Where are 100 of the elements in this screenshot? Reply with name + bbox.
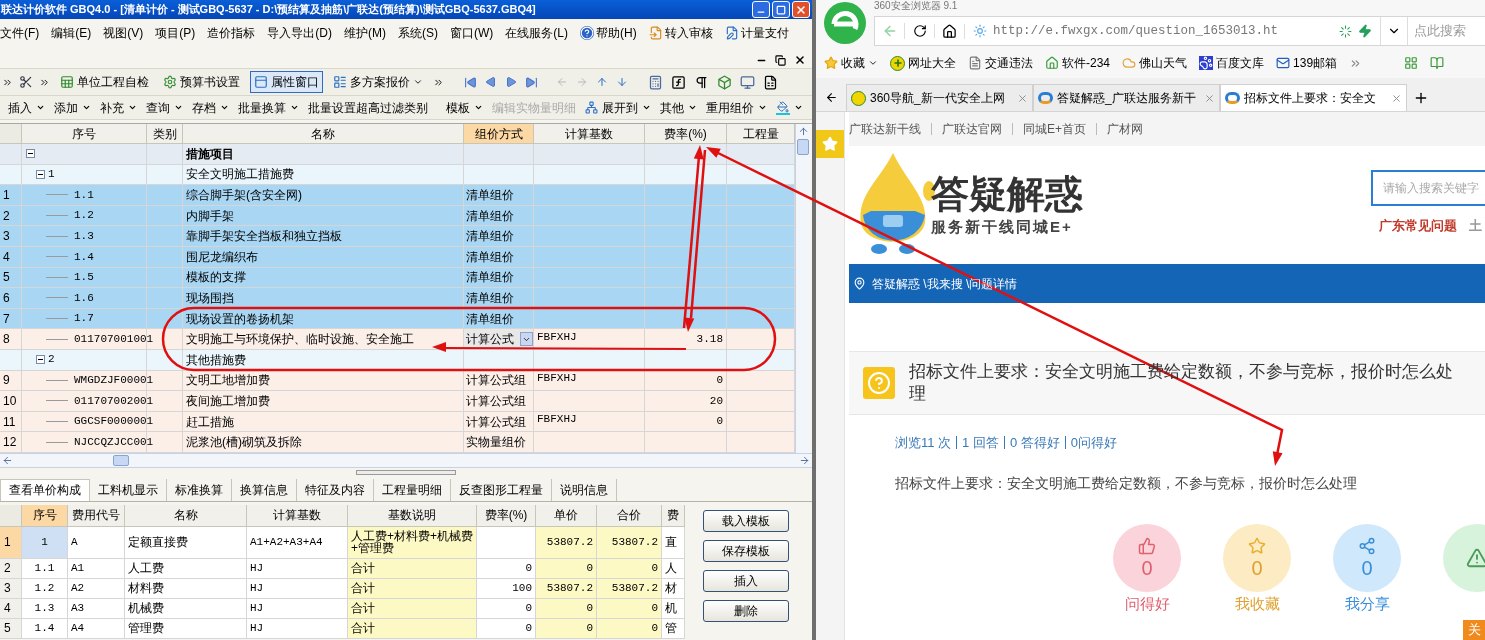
- table-row[interactable]: 1 1 A 定额直接费 A1+A2+A3+A4 人工费+材料费+机械费+管理费 53807.2 53807.2 直: [0, 526, 685, 559]
- scissors-icon[interactable]: [19, 75, 33, 89]
- bookmark[interactable]: 收藏: [824, 54, 878, 72]
- action-button[interactable]: 删除: [703, 599, 789, 622]
- tab[interactable]: 查看单价构成: [0, 478, 90, 501]
- monitor-icon[interactable]: [740, 74, 755, 90]
- address-field[interactable]: http://e.fwxgx.com/question_1653013.ht: [993, 21, 1333, 41]
- apps-icon[interactable]: [1404, 56, 1419, 70]
- restore-icon[interactable]: [775, 55, 786, 66]
- menu-item[interactable]: 视图(V): [103, 23, 144, 42]
- bookmark[interactable]: 139邮箱: [1276, 54, 1338, 72]
- home-icon[interactable]: [942, 23, 957, 39]
- action-button[interactable]: 载入模板: [703, 509, 789, 532]
- column-header[interactable]: 名称: [183, 124, 464, 144]
- menu-item[interactable]: 系统(S): [398, 23, 438, 42]
- stat-link[interactable]: 浏览11 次: [895, 433, 952, 453]
- menu-item[interactable]: 编辑(E): [51, 23, 92, 42]
- table-row[interactable]: 2 1.2 内脚手架 清单组价: [0, 205, 795, 227]
- table-row[interactable]: 9 WMGDZJF00001 文明工地增加费 计算公式组 FBFXHJ 0: [0, 370, 795, 392]
- menu-item[interactable]: 窗口(W): [450, 23, 494, 42]
- menu-item[interactable]: 造价指标: [207, 23, 256, 42]
- previous-icon[interactable]: [485, 76, 497, 88]
- menu-item[interactable]: 文件(F): [0, 23, 40, 42]
- browser-tab[interactable]: 招标文件上要求：安全文: [1220, 84, 1407, 111]
- search-field[interactable]: 点此搜索: [1408, 21, 1485, 41]
- hot-link[interactable]: 广东常见问题: [1379, 216, 1457, 236]
- toolbar-button[interactable]: 重用组价: [706, 98, 767, 117]
- lightning-icon[interactable]: [1358, 24, 1372, 38]
- close-icon[interactable]: [794, 54, 806, 66]
- top-link[interactable]: 广联达官网: [942, 120, 1002, 138]
- pilcrow-icon[interactable]: [694, 74, 709, 90]
- table-row[interactable]: 3 1.3 靠脚手架安全挡板和独立挡板 清单组价: [0, 226, 795, 247]
- bookmark[interactable]: 网址大全: [890, 54, 956, 72]
- vertical-scrollbar[interactable]: [795, 124, 810, 453]
- stat-link[interactable]: 0问得好: [1070, 433, 1118, 453]
- bookmark[interactable]: 百度文库: [1199, 54, 1265, 72]
- splitter-handle[interactable]: [356, 470, 456, 476]
- down-arrow-icon[interactable]: [616, 76, 628, 88]
- table-row[interactable]: 10 011707002001 夜间施工增加费 计算公式组 20: [0, 391, 795, 412]
- toolbar-button[interactable]: 查询: [146, 98, 183, 117]
- toolbar-button[interactable]: 展开到: [585, 98, 651, 117]
- function-icon[interactable]: [671, 74, 686, 90]
- browser-tab[interactable]: 答疑解惑_广联达服务新干: [1033, 84, 1220, 111]
- column-header[interactable]: 工程量: [727, 124, 795, 144]
- table-row[interactable]: 5 1.5 模板的支撑 清单组价: [0, 267, 795, 289]
- right-arrow-icon[interactable]: [799, 454, 810, 466]
- toolbar-button[interactable]: 补充: [100, 98, 137, 117]
- table-row[interactable]: 4 1.4 围尼龙编织布 清单组价: [0, 246, 795, 268]
- action-button[interactable]: 保存模板: [703, 539, 789, 562]
- toolbar-button[interactable]: 批量换算: [238, 98, 299, 117]
- top-link[interactable]: 广材网: [1107, 120, 1143, 138]
- new-tab-icon[interactable]: [1413, 90, 1429, 106]
- column-header[interactable]: 费: [662, 504, 685, 527]
- calculator-icon[interactable]: [648, 74, 663, 90]
- menu-item[interactable]: 转入审核: [648, 23, 713, 42]
- table-row[interactable]: 12 NJCCQZJCC001 泥浆池(槽)砌筑及拆除 实物量组价: [0, 432, 795, 453]
- toolbar-button[interactable]: 多方案报价: [329, 71, 427, 93]
- top-link[interactable]: 同城E+首页: [1023, 120, 1086, 138]
- up-arrow-icon[interactable]: [797, 126, 809, 137]
- column-header[interactable]: 基数说明: [348, 504, 477, 527]
- menu-item[interactable]: 计量支付: [724, 23, 789, 42]
- table-row[interactable]: 4 1.3 A3 机械费 HJ 合计 0 0 0 机: [0, 598, 685, 619]
- table-row[interactable]: 6 1.6 现场围挡 清单组价: [0, 288, 795, 309]
- next-icon[interactable]: [505, 76, 517, 88]
- toolbar-button[interactable]: 插入: [8, 98, 45, 117]
- cube-icon[interactable]: [717, 74, 732, 90]
- dropdown-icon[interactable]: [520, 332, 533, 347]
- column-header[interactable]: 计算基数: [534, 124, 645, 144]
- last-icon[interactable]: [525, 75, 538, 89]
- book-icon[interactable]: [1430, 56, 1445, 70]
- browser-tab[interactable]: 360导航_新一代安全上网: [846, 84, 1033, 111]
- toolbar-button[interactable]: 属性窗口: [250, 71, 323, 93]
- toolbar-button[interactable]: [776, 100, 803, 115]
- scroll-thumb[interactable]: [797, 139, 809, 155]
- table-row[interactable]: 措施项目: [0, 144, 795, 165]
- collapse-icon[interactable]: [26, 149, 35, 159]
- collapse-icon[interactable]: [36, 169, 45, 179]
- column-header[interactable]: 计算基数: [247, 504, 348, 527]
- toolbar-button[interactable]: 添加: [54, 98, 91, 117]
- toolbar-button[interactable]: 单位工程自检: [56, 71, 153, 93]
- stat-link[interactable]: 0 答得好: [1009, 433, 1060, 453]
- toolbar-button[interactable]: 存档: [192, 98, 229, 117]
- bookmark[interactable]: 软件-234: [1045, 54, 1111, 72]
- bookmark[interactable]: 佛山天气: [1122, 54, 1188, 72]
- column-header[interactable]: 单价: [536, 504, 597, 527]
- column-header[interactable]: 组价方式: [464, 124, 534, 144]
- reload-icon[interactable]: [912, 24, 927, 38]
- scroll-thumb[interactable]: [113, 454, 129, 466]
- toolbar-button[interactable]: 模板: [446, 98, 483, 117]
- stat-link[interactable]: 1 回答: [962, 433, 999, 453]
- menu-item[interactable]: 在线服务(L): [505, 23, 568, 42]
- top-link[interactable]: 广联达新干线: [849, 120, 921, 138]
- up-arrow-icon[interactable]: [596, 76, 608, 88]
- toolbar-button[interactable]: 预算书设置: [159, 71, 244, 93]
- table-row[interactable]: 11 GGCSF0000001 赶工措施 计算公式组 FBFXHJ 0: [0, 411, 795, 433]
- menu-item[interactable]: 导入导出(D): [267, 23, 332, 42]
- column-header[interactable]: 合价: [597, 504, 662, 527]
- left-arrow-icon[interactable]: [2, 454, 13, 466]
- table-row[interactable]: 3 1.2 A2 材料费 HJ 合计 100 53807.2 53807.2 材: [0, 578, 685, 599]
- column-header[interactable]: 类别: [147, 124, 183, 144]
